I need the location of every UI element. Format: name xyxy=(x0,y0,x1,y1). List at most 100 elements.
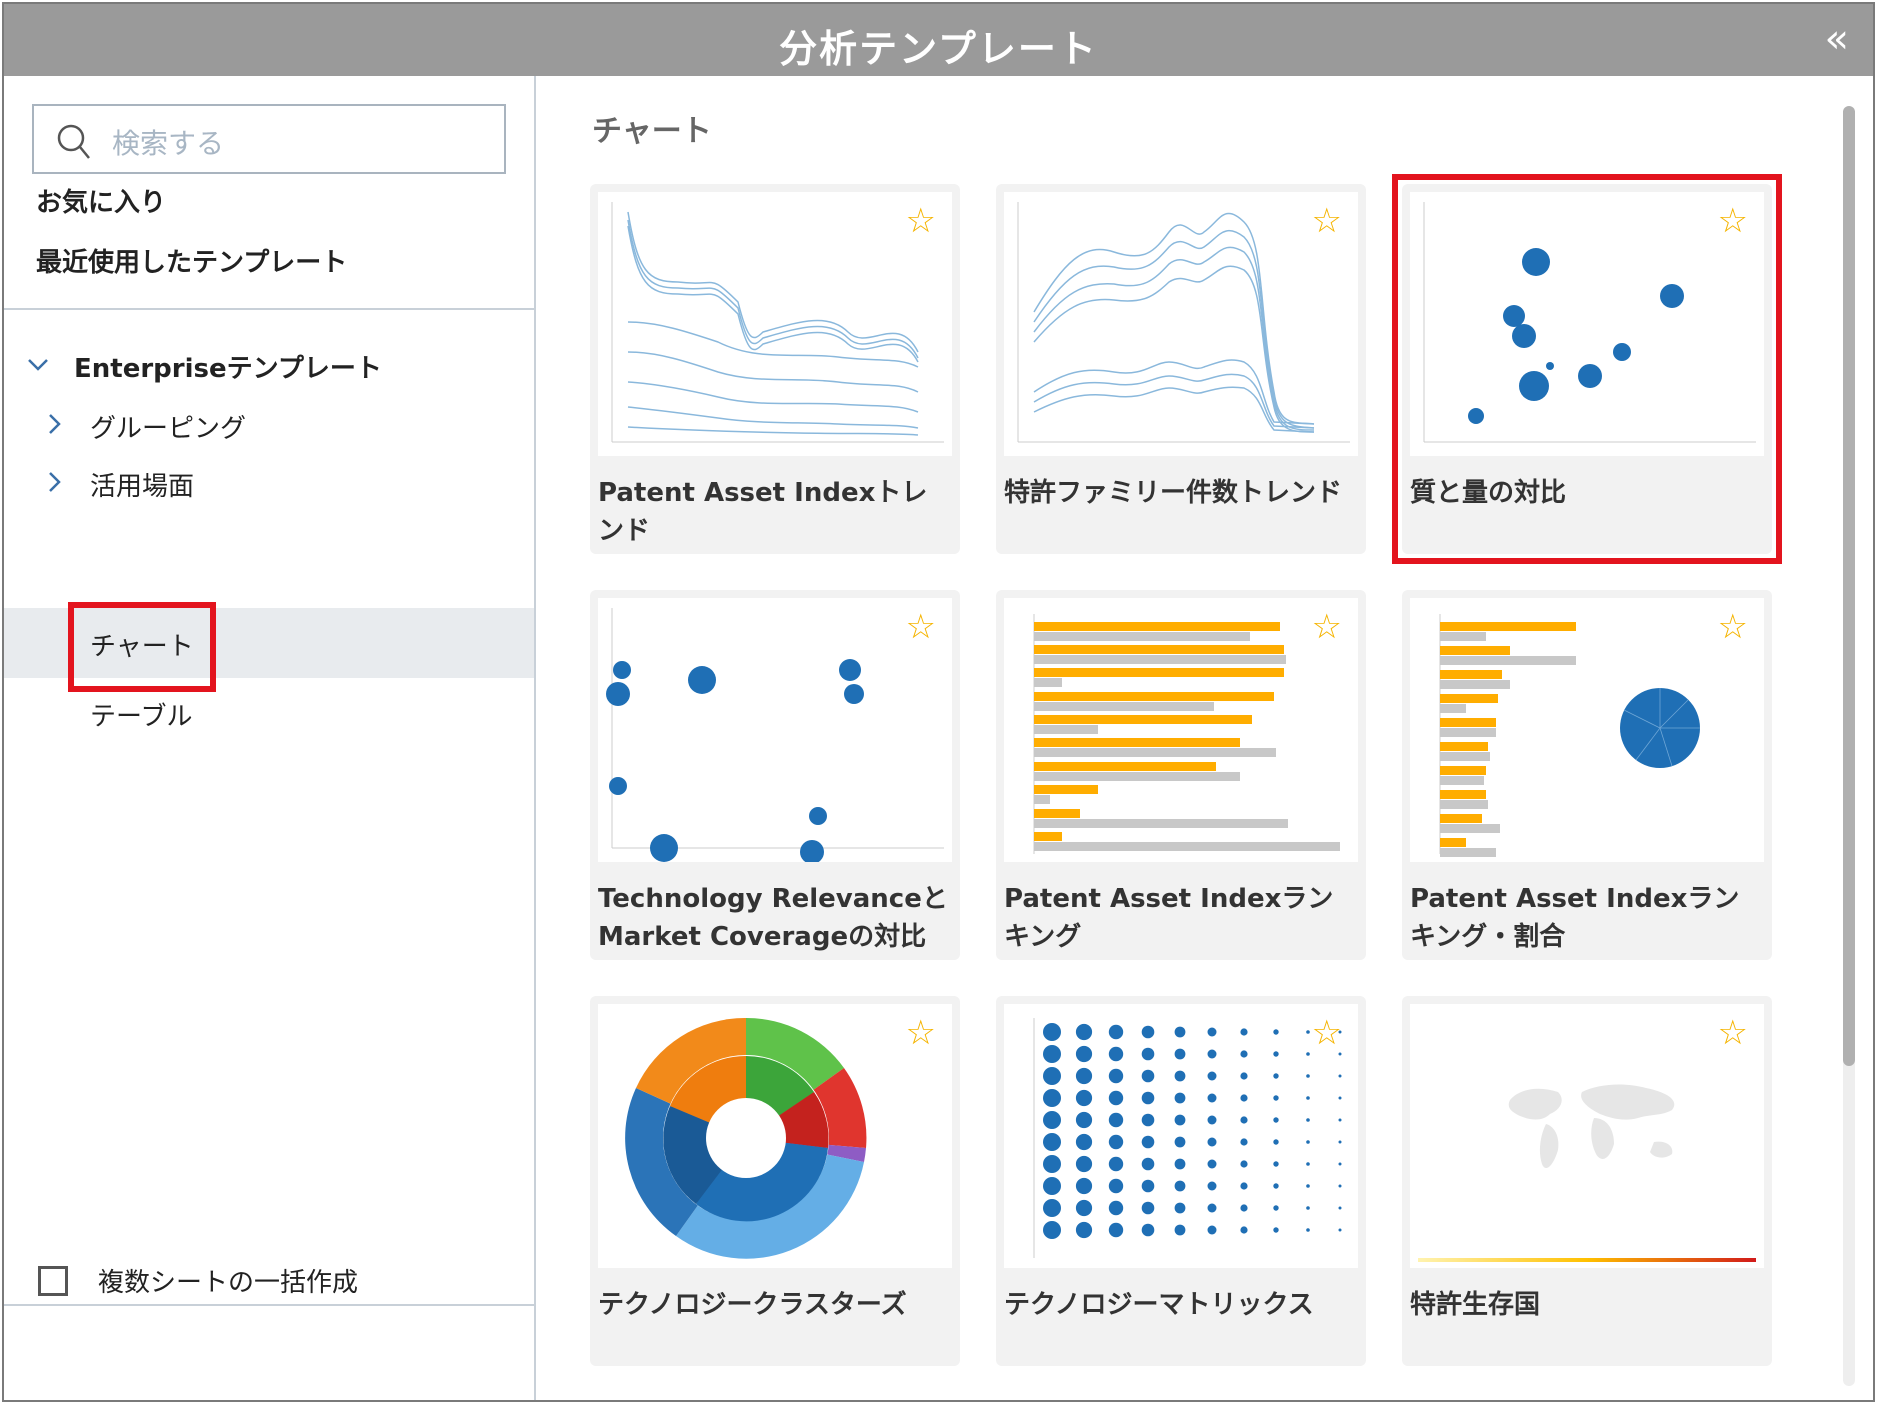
matrix-dot xyxy=(1207,1225,1217,1235)
matrix-dot xyxy=(1108,1112,1124,1128)
matrix-dot xyxy=(1207,1115,1217,1125)
matrix-dot xyxy=(1043,1089,1061,1107)
matrix-dot xyxy=(1207,1181,1217,1191)
matrix-dot xyxy=(1240,1072,1248,1080)
star-outline-icon[interactable]: ☆ xyxy=(1718,610,1748,644)
tree-item-grouping[interactable]: グルーピング xyxy=(90,408,246,445)
tree-item-use-cases[interactable]: 活用場面 xyxy=(90,466,194,503)
matrix-dot xyxy=(1306,1118,1310,1122)
card-label: 特許生存国 xyxy=(1410,1290,1541,1320)
matrix-dot xyxy=(1240,1204,1248,1212)
matrix-dot xyxy=(1075,1111,1093,1129)
matrix-dot xyxy=(1306,1228,1310,1232)
matrix-dot xyxy=(1306,1030,1310,1034)
chevron-right-icon[interactable] xyxy=(42,412,66,436)
matrix-dot xyxy=(1141,1157,1155,1171)
matrix-dot xyxy=(1338,1228,1342,1232)
matrix-dot xyxy=(1108,1200,1124,1216)
scrollbar-thumb[interactable] xyxy=(1843,106,1855,1066)
matrix-dot xyxy=(1240,1116,1248,1124)
divider xyxy=(4,308,534,310)
favorites-link[interactable]: お気に入り xyxy=(36,182,166,219)
matrix-dot xyxy=(1108,1068,1124,1084)
matrix-dot xyxy=(1306,1052,1310,1056)
dialog-title: 分析テンプレート xyxy=(779,27,1098,71)
template-card-family-count-trend[interactable]: ☆ 特許ファミリー件数トレンド xyxy=(996,184,1366,554)
matrix-dot xyxy=(1338,1074,1342,1078)
matrix-dot xyxy=(1174,1136,1186,1148)
recent-templates-link[interactable]: 最近使用したテンプレート xyxy=(36,242,347,279)
template-card-quality-vs-quantity[interactable]: ☆ 質と量の対比 xyxy=(1392,174,1782,564)
template-card-pai-trend[interactable]: ☆ Patent Asset Indexトレンド xyxy=(590,184,960,554)
divider xyxy=(4,1304,534,1306)
matrix-dot xyxy=(1207,1159,1217,1169)
matrix-dot xyxy=(1207,1027,1217,1037)
matrix-dot xyxy=(1306,1096,1310,1100)
chevron-right-icon[interactable] xyxy=(42,470,66,494)
matrix-dot xyxy=(1174,1026,1186,1038)
search-input[interactable]: 検索する xyxy=(32,104,506,174)
matrix-dot xyxy=(1240,1028,1248,1036)
matrix-dot xyxy=(1141,1047,1155,1061)
matrix-dot xyxy=(1207,1071,1217,1081)
title-bar: 分析テンプレート « xyxy=(4,4,1873,76)
matrix-dot xyxy=(1141,1113,1155,1127)
highlight-box xyxy=(1392,174,1782,564)
bar-chart-thumbnail xyxy=(1033,614,1340,854)
template-card-pai-ranking-share[interactable]: ☆ Patent Asset Indexランキング・割合 xyxy=(1402,590,1772,960)
chart-thumbnail xyxy=(1410,1004,1764,1268)
template-card-tech-relevance-vs-market[interactable]: ☆ Technology RelevanceとMarket Coverageの対… xyxy=(590,590,960,960)
matrix-dot xyxy=(1075,1221,1093,1239)
matrix-dot xyxy=(1075,1199,1093,1217)
star-outline-icon[interactable]: ☆ xyxy=(906,1016,936,1050)
star-outline-icon[interactable]: ☆ xyxy=(906,610,936,644)
chart-thumbnail xyxy=(598,192,952,456)
matrix-dot xyxy=(1306,1074,1310,1078)
star-outline-icon[interactable]: ☆ xyxy=(1312,610,1342,644)
matrix-dot xyxy=(1174,1048,1186,1060)
matrix-dot xyxy=(1141,1091,1155,1105)
card-label: Patent Asset Indexトレンド xyxy=(598,478,928,546)
template-gallery: チャート ☆ Patent Asset Indexトレンド ☆ 特許ファミリー件… xyxy=(538,76,1873,1400)
template-card-tech-clusters[interactable]: ☆ テクノロジークラスターズ xyxy=(590,996,960,1366)
world-map-thumbnail xyxy=(1418,1084,1756,1262)
matrix-dot xyxy=(1306,1184,1310,1188)
tree-root-enterprise[interactable]: Enterpriseテンプレート xyxy=(74,348,382,385)
matrix-dot xyxy=(1174,1070,1186,1082)
matrix-dot xyxy=(1240,1094,1248,1102)
matrix-dot xyxy=(1273,1095,1279,1101)
matrix-dot xyxy=(1043,1045,1061,1063)
template-card-patent-countries[interactable]: ☆ 特許生存国 xyxy=(1402,996,1772,1366)
chart-thumbnail xyxy=(598,1004,952,1268)
double-chevron-left-icon[interactable]: « xyxy=(1825,16,1849,62)
matrix-dot xyxy=(1174,1114,1186,1126)
bulk-create-label: 複数シートの一括作成 xyxy=(98,1268,359,1298)
star-outline-icon[interactable]: ☆ xyxy=(906,204,936,238)
card-label: Patent Asset Indexランキング・割合 xyxy=(1410,884,1740,952)
search-icon xyxy=(57,124,90,159)
matrix-dot xyxy=(1273,1227,1279,1233)
matrix-dot xyxy=(1273,1183,1279,1189)
tree-item-table[interactable]: テーブル xyxy=(90,696,192,733)
chart-thumbnail xyxy=(598,598,952,862)
matrix-dot xyxy=(1240,1050,1248,1058)
template-card-tech-matrix[interactable]: ☆ テクノロジーマトリックス xyxy=(996,996,1366,1366)
template-card-pai-ranking[interactable]: ☆ Patent Asset Indexランキング xyxy=(996,590,1366,960)
matrix-dot xyxy=(1306,1162,1310,1166)
matrix-dot xyxy=(1273,1117,1279,1123)
star-outline-icon[interactable]: ☆ xyxy=(1312,204,1342,238)
matrix-dot xyxy=(1338,1162,1342,1166)
chevron-down-icon[interactable] xyxy=(26,352,50,376)
matrix-dot xyxy=(1141,1135,1155,1149)
star-outline-icon[interactable]: ☆ xyxy=(1718,1016,1748,1050)
card-label: Patent Asset Indexランキング xyxy=(1004,884,1334,952)
matrix-dot xyxy=(1075,1023,1093,1041)
bulk-create-checkbox[interactable] xyxy=(38,1266,68,1296)
bubble-chart-thumbnail xyxy=(606,608,944,862)
vertical-scrollbar[interactable] xyxy=(1843,106,1855,1386)
line-chart-thumbnail xyxy=(1017,202,1350,443)
star-outline-icon[interactable]: ☆ xyxy=(1312,1016,1342,1050)
bar-pie-thumbnail xyxy=(1439,614,1700,857)
matrix-dot xyxy=(1043,1111,1061,1129)
matrix-dot xyxy=(1141,1179,1155,1193)
